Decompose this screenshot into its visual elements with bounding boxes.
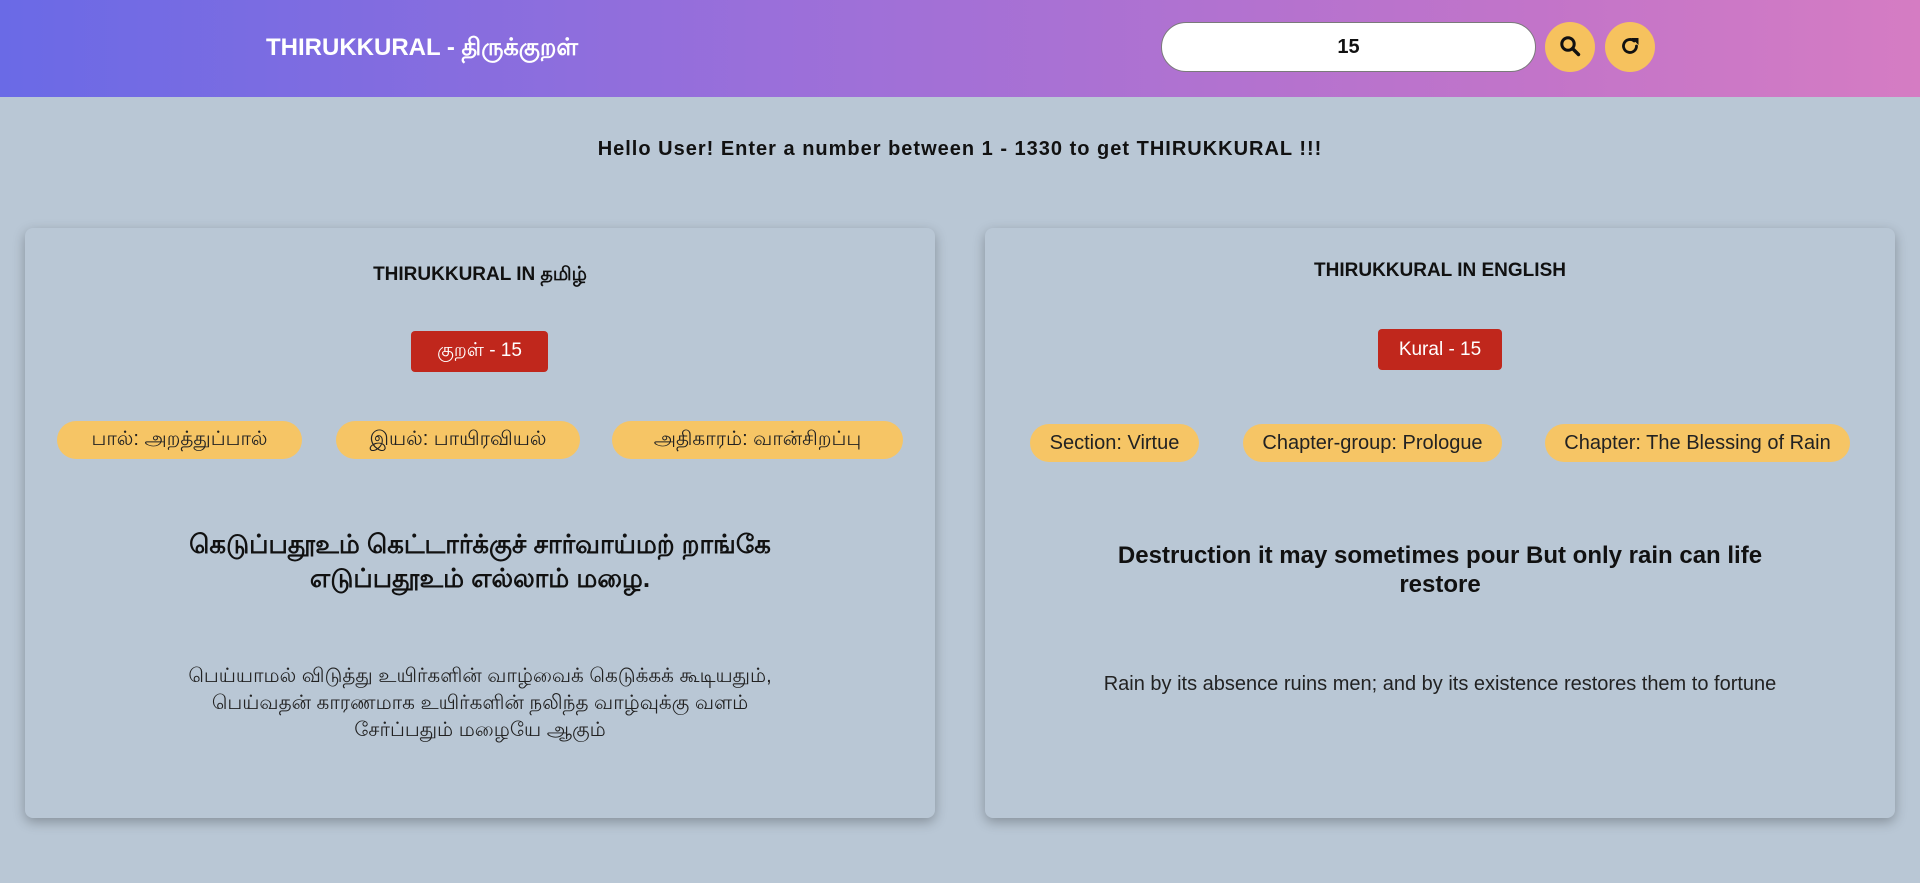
tamil-chapter-group-tag: இயல்: பாயிரவியல் bbox=[336, 421, 580, 459]
english-meaning: Rain by its absence ruins men; and by it… bbox=[1103, 673, 1777, 695]
refresh-button[interactable] bbox=[1605, 22, 1655, 72]
tamil-kural-card: THIRUKKURAL IN தமிழ் குறள் - 15 பால்: அற… bbox=[25, 228, 935, 818]
tamil-verse-line-1: கெடுப்பதூஉம் கெட்டார்க்குச் சார்வாய்மற் … bbox=[189, 529, 771, 559]
english-verse-line-1: Destruction it may sometimes pour But on… bbox=[1117, 542, 1763, 569]
kural-number-input[interactable] bbox=[1161, 22, 1536, 72]
tamil-card-title: THIRUKKURAL IN தமிழ் bbox=[373, 264, 587, 285]
english-kural-card: THIRUKKURAL IN ENGLISH Kural - 15 Sectio… bbox=[985, 228, 1895, 818]
refresh-icon bbox=[1619, 35, 1641, 60]
greeting-message: Hello User! Enter a number between 1 - 1… bbox=[597, 138, 1323, 160]
search-button[interactable] bbox=[1545, 22, 1595, 72]
brand-title: THIRUKKURAL - திருக்குறள் bbox=[266, 34, 578, 61]
english-section-tag: Section: Virtue bbox=[1030, 424, 1199, 462]
english-chapter-tag: Chapter: The Blessing of Rain bbox=[1545, 424, 1850, 462]
tamil-meaning-line-1: பெய்யாமல் விடுத்து உயிர்களின் வாழ்வைக் க… bbox=[188, 665, 772, 687]
tamil-verse-line-2: எடுப்பதூஉம் எல்லாம் மழை. bbox=[309, 563, 651, 593]
english-card-title: THIRUKKURAL IN ENGLISH bbox=[1314, 260, 1566, 281]
tamil-kural-number-badge: குறள் - 15 bbox=[411, 331, 548, 372]
tamil-section-tag: பால்: அறத்துப்பால் bbox=[57, 421, 302, 459]
tamil-meaning-line-3: சேர்ப்பதும் மழையே ஆகும் bbox=[354, 719, 606, 741]
tamil-chapter-tag: அதிகாரம்: வான்சிறப்பு bbox=[612, 421, 903, 459]
app-header: THIRUKKURAL - திருக்குறள் bbox=[0, 0, 1920, 97]
tamil-meaning-line-2: பெய்வதன் காரணமாக உயிர்களின் நலிந்த வாழ்வ… bbox=[211, 692, 749, 714]
english-kural-number-badge: Kural - 15 bbox=[1378, 329, 1502, 370]
english-chapter-group-tag: Chapter-group: Prologue bbox=[1243, 424, 1502, 462]
english-verse-line-2: restore bbox=[1399, 571, 1481, 598]
search-icon bbox=[1559, 35, 1581, 60]
